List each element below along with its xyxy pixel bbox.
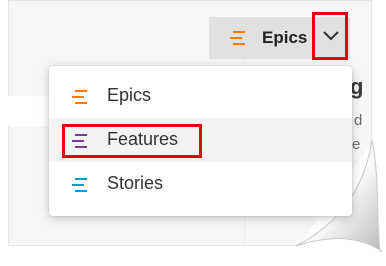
backlog-lines-icon (71, 89, 89, 110)
background-heading-fragment: g (350, 74, 364, 99)
annotation-highlight-box (62, 124, 202, 158)
backlog-lines-icon (71, 177, 89, 198)
chevron-down-icon (323, 31, 339, 41)
selector-dropdown-toggle[interactable] (312, 12, 348, 60)
background-text-fragment: d (354, 112, 363, 129)
menu-item-stories[interactable]: Stories (49, 162, 352, 206)
background-input (8, 96, 51, 126)
menu-item-label: Stories (107, 173, 164, 193)
backlog-lines-icon (229, 30, 247, 51)
menu-item-label: Epics (107, 85, 152, 105)
menu-item-epics[interactable]: Epics (49, 74, 352, 118)
selector-label: Epics (262, 28, 308, 47)
